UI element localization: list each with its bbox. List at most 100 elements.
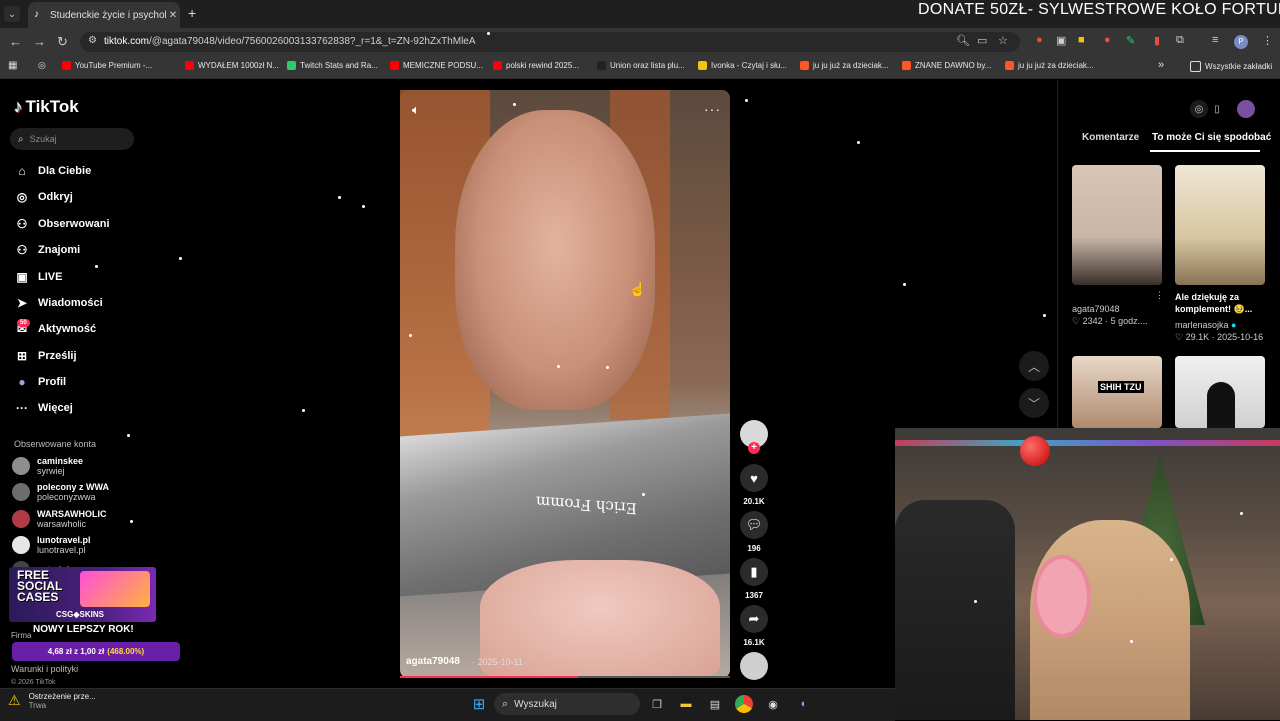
extension-icon[interactable]: ▣ xyxy=(1056,34,1066,47)
windows-start-icon[interactable]: ⊞ xyxy=(470,695,488,713)
account-name: lunotravel.pl xyxy=(37,535,91,545)
tab-search-button[interactable]: ⌄ xyxy=(4,6,20,22)
bookmark-item[interactable]: ZNANE DAWNO by... xyxy=(902,61,991,70)
followed-accounts-title: Obserwowane konta xyxy=(14,439,97,449)
video-more-icon[interactable]: ··· xyxy=(704,101,721,117)
url-path: /@agata79048/video/7560026003133762838?_… xyxy=(149,36,476,47)
chrome-icon[interactable] xyxy=(735,695,753,713)
suggested-more-icon-1[interactable]: ⋮ xyxy=(1155,290,1164,301)
footer-terms-link[interactable]: Warunki i polityki xyxy=(11,664,78,674)
file-explorer-icon[interactable]: ▬ xyxy=(677,695,695,713)
suggested-thumb-2[interactable] xyxy=(1175,165,1265,285)
bookmark-item[interactable]: WYDAŁEM 1000zł N... xyxy=(185,61,279,70)
video-author[interactable]: agata79048 xyxy=(406,656,460,667)
search-input[interactable]: ⌕ Szukaj xyxy=(10,128,134,150)
site-info-icon[interactable]: ⚙ xyxy=(88,35,97,46)
promo-headline: NOWY LEPSZY ROK! xyxy=(33,624,134,635)
snowflake xyxy=(745,99,748,102)
all-bookmarks-folder[interactable]: Wszystkie zakładki xyxy=(1190,61,1272,72)
store-icon[interactable]: ▤ xyxy=(706,695,724,713)
back-icon[interactable]: ← xyxy=(9,34,22,49)
bookmark-globe-icon[interactable]: ◎ xyxy=(38,60,46,71)
comment-button[interactable]: 💬︎ xyxy=(740,511,768,539)
bookmark-item[interactable]: Twitch Stats and Ra... xyxy=(287,61,378,70)
tiktok-logo[interactable]: ♪ TikTok xyxy=(14,97,79,117)
extensions-puzzle-icon[interactable]: ⧉ xyxy=(1176,34,1184,47)
coin-icon[interactable]: ◎ xyxy=(1190,100,1208,118)
follow-plus-icon[interactable]: + xyxy=(748,442,760,454)
extension-yellow-icon[interactable]: ■ xyxy=(1078,34,1085,46)
warning-notification[interactable]: ⚠ Ostrzeżenie prze... Trwa xyxy=(8,692,96,710)
music-disc[interactable] xyxy=(740,652,768,680)
sidebar-item-home[interactable]: ⌂ Dla Ciebie xyxy=(14,164,91,178)
extension-video-icon[interactable]: ▮ xyxy=(1154,34,1160,47)
footer-company-link[interactable]: Firma xyxy=(11,631,31,640)
followed-account[interactable]: WARSAWHOLIC warsawholic xyxy=(12,509,107,529)
compass-icon: ◎ xyxy=(16,190,28,204)
avatar xyxy=(12,510,30,528)
verified-icon: ● xyxy=(1231,320,1237,330)
taskbar-search[interactable]: ⌕ Wyszukaj xyxy=(494,693,640,715)
sidebar-item-more[interactable]: ··· Więcej xyxy=(14,401,73,415)
followed-account[interactable]: caminskee syrwiej xyxy=(12,456,83,476)
apps-grid-icon[interactable]: ▦ xyxy=(8,60,17,71)
footer-copyright: © 2026 TikTok xyxy=(11,679,56,686)
bookmark-star-icon[interactable]: ☆ xyxy=(998,34,1008,47)
sidebar-item-following[interactable]: ⚇ Obserwowani xyxy=(14,217,110,231)
suggested-author-2[interactable]: marlenasojka ● xyxy=(1175,320,1236,330)
suggested-title-2[interactable]: Ale dziękuję za komplement! 🥹... xyxy=(1175,291,1267,315)
promo-price-bar: 4,68 zł z 1,00 zł (468.00%) xyxy=(12,642,180,661)
extension-red-icon[interactable]: ● xyxy=(1036,34,1043,46)
task-view-icon[interactable]: ❐ xyxy=(648,695,666,713)
discord-icon[interactable]: ◐ xyxy=(795,695,813,713)
url-text[interactable]: tiktok.com/@agata79048/video/75600260031… xyxy=(104,36,476,47)
bookmark-item[interactable]: Union oraz lista plu... xyxy=(597,61,685,70)
volume-icon[interactable]: 🔈︎ xyxy=(412,102,420,118)
bookmarks-more-icon[interactable]: » xyxy=(1158,59,1164,71)
tab-comments[interactable]: Komentarze xyxy=(1082,132,1139,143)
sidebar-item-upload[interactable]: ⊞ Prześlij xyxy=(14,349,77,363)
extension-green-icon[interactable]: ✎ xyxy=(1126,34,1135,47)
new-tab-button[interactable]: + xyxy=(188,5,196,21)
sidebar-item-profile[interactable]: ● Profil xyxy=(14,375,66,389)
sidebar-item-messages[interactable]: ➤ Wiadomości xyxy=(14,296,103,310)
account-handle: syrwiej xyxy=(37,466,65,476)
install-app-icon[interactable]: ▭ xyxy=(977,34,987,47)
like-button[interactable]: ♥ xyxy=(740,464,768,492)
sidebar-item-live[interactable]: ▣ LIVE xyxy=(14,270,62,284)
sidebar-item-friends[interactable]: ⚇ Znajomi xyxy=(14,243,81,257)
tab-suggested[interactable]: To może Ci się spodobać xyxy=(1152,132,1271,143)
sidebar-item-compass[interactable]: ◎ Odkryj xyxy=(14,190,73,204)
extension-adblock-icon[interactable]: ● xyxy=(1104,34,1111,46)
bookmark-item[interactable]: ju ju już za dzieciak... xyxy=(800,61,889,70)
friends-icon: ⚇ xyxy=(16,243,28,257)
close-tab-icon[interactable]: ✕ xyxy=(166,10,180,21)
suggested-author-1[interactable]: agata79048 xyxy=(1072,304,1120,314)
device-icon[interactable]: ▯ xyxy=(1208,100,1226,118)
followed-account[interactable]: lunotravel.pl lunotravel.pl xyxy=(12,535,91,555)
obs-icon[interactable]: ◉ xyxy=(764,695,782,713)
bookmark-item[interactable]: polski rewind 2025... xyxy=(493,61,579,70)
reload-icon[interactable]: ↻ xyxy=(57,34,68,50)
video-progress-fill xyxy=(400,676,579,678)
bookmark-item[interactable]: YouTube Premium -... xyxy=(62,61,152,70)
next-video-button[interactable]: ﹀ xyxy=(1019,388,1049,418)
reading-list-icon[interactable]: ≡ xyxy=(1212,34,1218,46)
upload-icon: ⊞ xyxy=(16,349,28,363)
suggested-thumb-1[interactable] xyxy=(1072,165,1162,285)
bookmark-item[interactable]: MEMICZNE PODSU... xyxy=(390,61,483,70)
share-button[interactable]: ➦ xyxy=(740,605,768,633)
previous-video-button[interactable]: ︿ xyxy=(1019,351,1049,381)
bookmark-item[interactable]: ju ju już za dzieciak... xyxy=(1005,61,1094,70)
browser-tab[interactable]: ♪ Studenckie życie i psychologia ✕ xyxy=(28,2,180,28)
save-button[interactable]: ▮ xyxy=(740,558,768,586)
tab-active-indicator xyxy=(1150,150,1260,152)
snowflake xyxy=(362,205,365,208)
zoom-icon[interactable]: 🔍︎ xyxy=(956,34,970,47)
profile-avatar[interactable]: P xyxy=(1234,35,1248,49)
bookmark-item[interactable]: Ivonka - Czytaj i słu... xyxy=(698,61,787,70)
chrome-menu-icon[interactable]: ⋮ xyxy=(1262,34,1273,47)
followed-account[interactable]: polecony z WWA poleconyzwwa xyxy=(12,482,109,502)
user-avatar[interactable] xyxy=(1237,100,1255,118)
forward-icon[interactable]: → xyxy=(33,34,46,49)
